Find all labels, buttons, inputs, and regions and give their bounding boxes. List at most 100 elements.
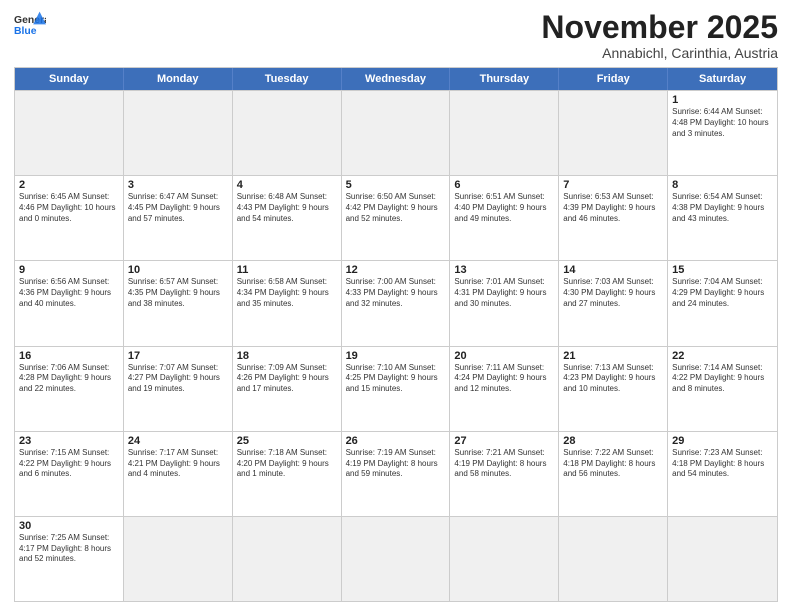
day-info: Sunrise: 7:04 AM Sunset: 4:29 PM Dayligh…	[672, 277, 773, 309]
day-number: 12	[346, 264, 446, 276]
svg-text:Blue: Blue	[14, 26, 37, 37]
calendar-cell: 6Sunrise: 6:51 AM Sunset: 4:40 PM Daylig…	[450, 176, 559, 260]
calendar-row-5: 30Sunrise: 7:25 AM Sunset: 4:17 PM Dayli…	[15, 516, 777, 601]
day-number: 1	[672, 94, 773, 106]
day-number: 19	[346, 350, 446, 362]
day-number: 15	[672, 264, 773, 276]
day-number: 16	[19, 350, 119, 362]
day-number: 20	[454, 350, 554, 362]
calendar-cell: 1Sunrise: 6:44 AM Sunset: 4:48 PM Daylig…	[668, 91, 777, 175]
day-info: Sunrise: 7:22 AM Sunset: 4:18 PM Dayligh…	[563, 448, 663, 480]
day-number: 6	[454, 179, 554, 191]
calendar-cell: 21Sunrise: 7:13 AM Sunset: 4:23 PM Dayli…	[559, 347, 668, 431]
day-number: 26	[346, 435, 446, 447]
calendar-row-4: 23Sunrise: 7:15 AM Sunset: 4:22 PM Dayli…	[15, 431, 777, 516]
day-number: 10	[128, 264, 228, 276]
calendar-cell: 18Sunrise: 7:09 AM Sunset: 4:26 PM Dayli…	[233, 347, 342, 431]
header: General Blue November 2025 Annabichl, Ca…	[14, 10, 778, 61]
day-number: 23	[19, 435, 119, 447]
title-block: November 2025 Annabichl, Carinthia, Aust…	[541, 10, 778, 61]
day-number: 9	[19, 264, 119, 276]
calendar-header: SundayMondayTuesdayWednesdayThursdayFrid…	[15, 68, 777, 90]
calendar-cell: 17Sunrise: 7:07 AM Sunset: 4:27 PM Dayli…	[124, 347, 233, 431]
calendar-cell: 14Sunrise: 7:03 AM Sunset: 4:30 PM Dayli…	[559, 261, 668, 345]
page: General Blue November 2025 Annabichl, Ca…	[0, 0, 792, 612]
calendar-cell: 25Sunrise: 7:18 AM Sunset: 4:20 PM Dayli…	[233, 432, 342, 516]
calendar-cell: 15Sunrise: 7:04 AM Sunset: 4:29 PM Dayli…	[668, 261, 777, 345]
day-number: 11	[237, 264, 337, 276]
calendar-cell: 27Sunrise: 7:21 AM Sunset: 4:19 PM Dayli…	[450, 432, 559, 516]
calendar-cell	[559, 91, 668, 175]
calendar-cell: 4Sunrise: 6:48 AM Sunset: 4:43 PM Daylig…	[233, 176, 342, 260]
day-info: Sunrise: 7:23 AM Sunset: 4:18 PM Dayligh…	[672, 448, 773, 480]
calendar-cell: 13Sunrise: 7:01 AM Sunset: 4:31 PM Dayli…	[450, 261, 559, 345]
calendar-cell: 16Sunrise: 7:06 AM Sunset: 4:28 PM Dayli…	[15, 347, 124, 431]
day-number: 4	[237, 179, 337, 191]
day-info: Sunrise: 6:53 AM Sunset: 4:39 PM Dayligh…	[563, 192, 663, 224]
day-info: Sunrise: 7:17 AM Sunset: 4:21 PM Dayligh…	[128, 448, 228, 480]
calendar-cell: 12Sunrise: 7:00 AM Sunset: 4:33 PM Dayli…	[342, 261, 451, 345]
logo: General Blue	[14, 10, 46, 38]
calendar-cell: 5Sunrise: 6:50 AM Sunset: 4:42 PM Daylig…	[342, 176, 451, 260]
calendar-cell: 20Sunrise: 7:11 AM Sunset: 4:24 PM Dayli…	[450, 347, 559, 431]
calendar-cell	[450, 517, 559, 601]
calendar-cell: 10Sunrise: 6:57 AM Sunset: 4:35 PM Dayli…	[124, 261, 233, 345]
day-number: 2	[19, 179, 119, 191]
day-info: Sunrise: 7:06 AM Sunset: 4:28 PM Dayligh…	[19, 363, 119, 395]
day-info: Sunrise: 6:51 AM Sunset: 4:40 PM Dayligh…	[454, 192, 554, 224]
day-info: Sunrise: 6:44 AM Sunset: 4:48 PM Dayligh…	[672, 107, 773, 139]
calendar: SundayMondayTuesdayWednesdayThursdayFrid…	[14, 67, 778, 602]
calendar-cell	[233, 91, 342, 175]
calendar-body: 1Sunrise: 6:44 AM Sunset: 4:48 PM Daylig…	[15, 90, 777, 601]
calendar-row-0: 1Sunrise: 6:44 AM Sunset: 4:48 PM Daylig…	[15, 90, 777, 175]
day-info: Sunrise: 7:00 AM Sunset: 4:33 PM Dayligh…	[346, 277, 446, 309]
generalblue-logo-icon: General Blue	[14, 10, 46, 38]
day-number: 8	[672, 179, 773, 191]
calendar-cell	[233, 517, 342, 601]
calendar-cell	[15, 91, 124, 175]
weekday-header-monday: Monday	[124, 68, 233, 90]
calendar-cell	[342, 91, 451, 175]
day-info: Sunrise: 6:57 AM Sunset: 4:35 PM Dayligh…	[128, 277, 228, 309]
day-info: Sunrise: 6:47 AM Sunset: 4:45 PM Dayligh…	[128, 192, 228, 224]
calendar-cell: 11Sunrise: 6:58 AM Sunset: 4:34 PM Dayli…	[233, 261, 342, 345]
day-info: Sunrise: 7:19 AM Sunset: 4:19 PM Dayligh…	[346, 448, 446, 480]
day-info: Sunrise: 6:45 AM Sunset: 4:46 PM Dayligh…	[19, 192, 119, 224]
day-number: 24	[128, 435, 228, 447]
calendar-cell: 28Sunrise: 7:22 AM Sunset: 4:18 PM Dayli…	[559, 432, 668, 516]
day-info: Sunrise: 7:13 AM Sunset: 4:23 PM Dayligh…	[563, 363, 663, 395]
weekday-header-friday: Friday	[559, 68, 668, 90]
day-number: 25	[237, 435, 337, 447]
weekday-header-saturday: Saturday	[668, 68, 777, 90]
calendar-cell	[124, 517, 233, 601]
calendar-row-3: 16Sunrise: 7:06 AM Sunset: 4:28 PM Dayli…	[15, 346, 777, 431]
day-info: Sunrise: 7:01 AM Sunset: 4:31 PM Dayligh…	[454, 277, 554, 309]
calendar-cell: 2Sunrise: 6:45 AM Sunset: 4:46 PM Daylig…	[15, 176, 124, 260]
day-number: 29	[672, 435, 773, 447]
day-info: Sunrise: 7:18 AM Sunset: 4:20 PM Dayligh…	[237, 448, 337, 480]
calendar-row-1: 2Sunrise: 6:45 AM Sunset: 4:46 PM Daylig…	[15, 175, 777, 260]
day-info: Sunrise: 7:21 AM Sunset: 4:19 PM Dayligh…	[454, 448, 554, 480]
day-number: 27	[454, 435, 554, 447]
day-info: Sunrise: 7:10 AM Sunset: 4:25 PM Dayligh…	[346, 363, 446, 395]
day-number: 28	[563, 435, 663, 447]
calendar-cell: 19Sunrise: 7:10 AM Sunset: 4:25 PM Dayli…	[342, 347, 451, 431]
day-info: Sunrise: 7:03 AM Sunset: 4:30 PM Dayligh…	[563, 277, 663, 309]
day-number: 21	[563, 350, 663, 362]
weekday-header-thursday: Thursday	[450, 68, 559, 90]
day-number: 14	[563, 264, 663, 276]
day-info: Sunrise: 6:50 AM Sunset: 4:42 PM Dayligh…	[346, 192, 446, 224]
calendar-cell: 8Sunrise: 6:54 AM Sunset: 4:38 PM Daylig…	[668, 176, 777, 260]
day-info: Sunrise: 7:07 AM Sunset: 4:27 PM Dayligh…	[128, 363, 228, 395]
calendar-cell: 24Sunrise: 7:17 AM Sunset: 4:21 PM Dayli…	[124, 432, 233, 516]
day-info: Sunrise: 6:48 AM Sunset: 4:43 PM Dayligh…	[237, 192, 337, 224]
day-info: Sunrise: 6:54 AM Sunset: 4:38 PM Dayligh…	[672, 192, 773, 224]
subtitle: Annabichl, Carinthia, Austria	[541, 45, 778, 61]
day-number: 22	[672, 350, 773, 362]
calendar-cell	[559, 517, 668, 601]
calendar-cell	[450, 91, 559, 175]
day-number: 30	[19, 520, 119, 532]
calendar-cell: 9Sunrise: 6:56 AM Sunset: 4:36 PM Daylig…	[15, 261, 124, 345]
weekday-header-wednesday: Wednesday	[342, 68, 451, 90]
calendar-cell: 30Sunrise: 7:25 AM Sunset: 4:17 PM Dayli…	[15, 517, 124, 601]
